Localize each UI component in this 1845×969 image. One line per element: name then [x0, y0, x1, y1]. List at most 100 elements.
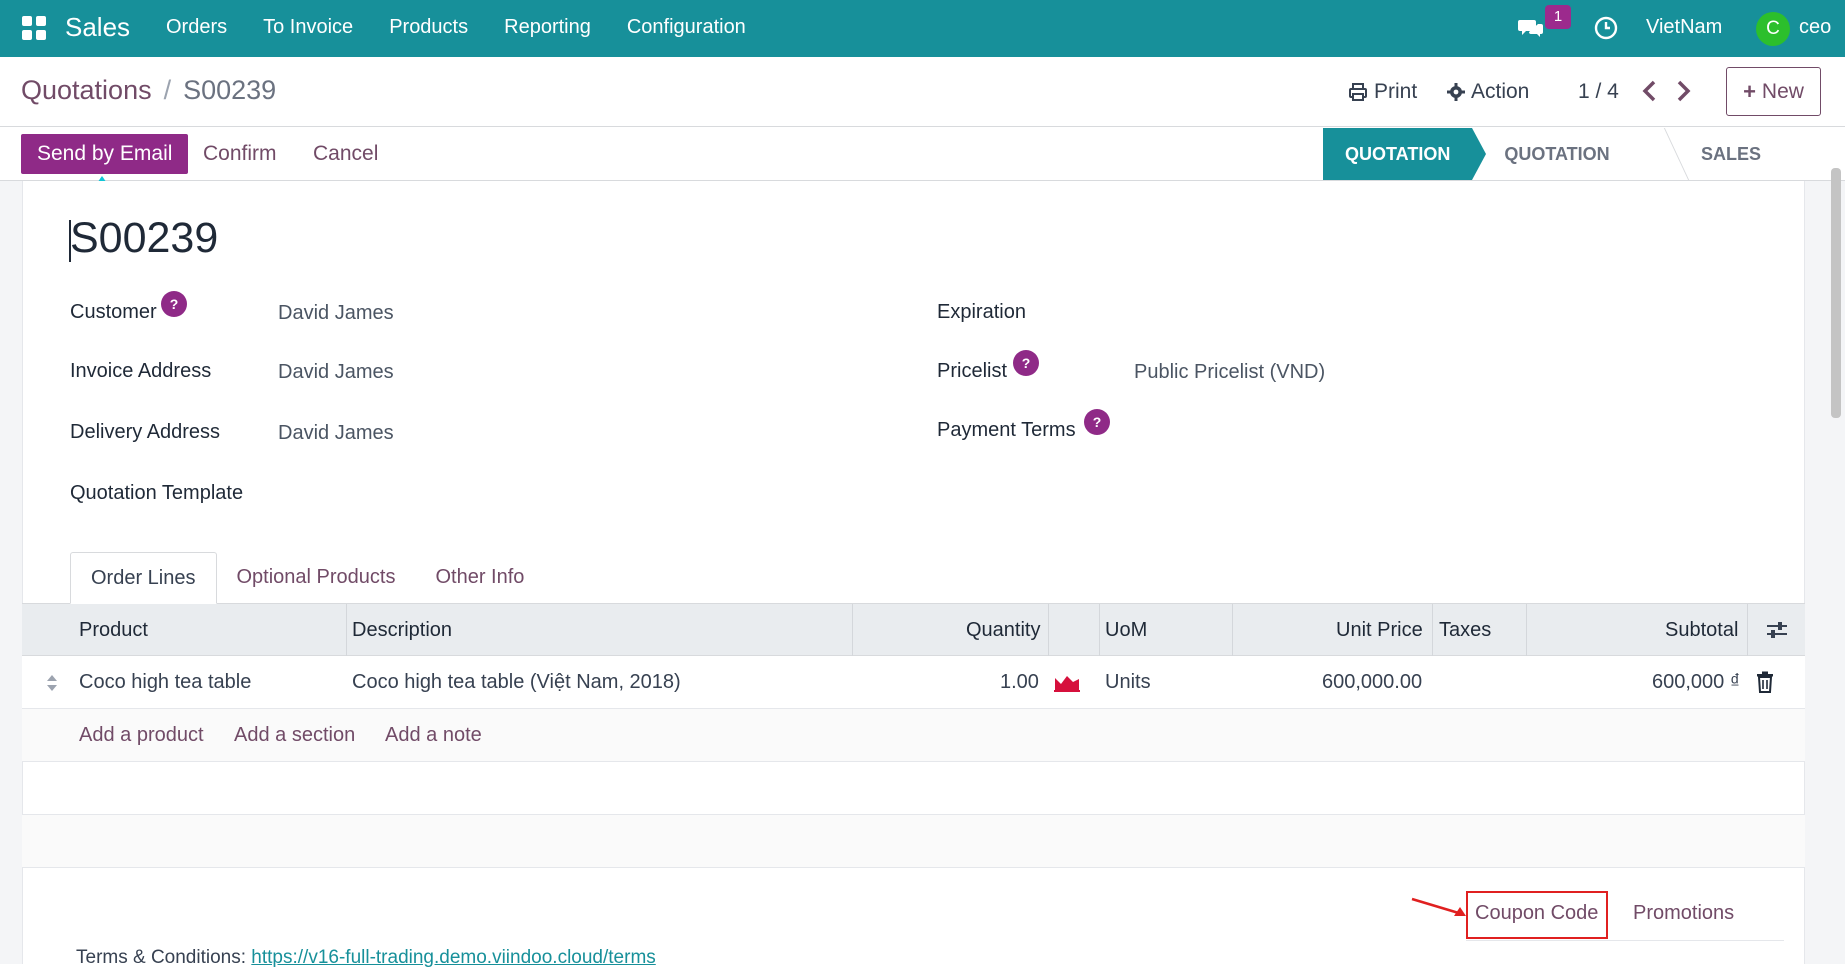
send-by-email-button[interactable]: Send by Email [21, 134, 189, 174]
pricelist-field[interactable]: Public Pricelist (VND) [1134, 361, 1325, 384]
help-icon[interactable]: ? [161, 291, 187, 317]
stage-quotation[interactable]: QUOTATION [1323, 128, 1487, 180]
chevron-right-icon[interactable] [1673, 79, 1693, 103]
stage-pipeline: QUOTATION QUOTATION SENT SALES ORDER [1323, 128, 1845, 216]
cancel-button[interactable]: Cancel [313, 134, 378, 174]
breadcrumb-quotations[interactable]: Quotations [21, 75, 152, 106]
column-divider [1099, 604, 1100, 656]
pager-value[interactable]: 1 / 4 [1578, 80, 1619, 104]
tab-other-info[interactable]: Other Info [415, 552, 544, 604]
expiration-label: Expiration [937, 301, 1026, 323]
column-quantity[interactable]: Quantity [966, 604, 1040, 656]
main-menu: Orders To Invoice Products Reporting Con… [166, 16, 746, 39]
breadcrumb: Quotations / S00239 [21, 75, 276, 106]
line-quantity[interactable]: 1.00 [1000, 656, 1039, 709]
breadcrumb-separator: / [163, 75, 172, 105]
line-uom[interactable]: Units [1105, 656, 1151, 709]
gear-icon [1447, 83, 1465, 101]
apps-grid-icon[interactable] [22, 16, 46, 40]
print-label: Print [1374, 80, 1418, 103]
menu-configuration[interactable]: Configuration [627, 16, 746, 39]
control-panel: Quotations / S00239 Print Action 1 / 4 +… [0, 57, 1845, 127]
scrollbar[interactable] [1831, 168, 1841, 418]
arrow-annotation-icon [1411, 897, 1466, 916]
help-icon[interactable]: ? [1084, 409, 1110, 435]
clock-icon[interactable] [1594, 16, 1618, 40]
column-settings-icon[interactable] [1766, 620, 1788, 640]
invoice-address-label: Invoice Address [70, 360, 212, 382]
print-button[interactable]: Print [1348, 80, 1417, 104]
company-switcher[interactable]: VietNam [1646, 16, 1722, 39]
drag-handle-icon[interactable] [46, 674, 58, 692]
line-product[interactable]: Coco high tea table [79, 656, 251, 709]
plus-icon: + [1743, 78, 1756, 104]
print-icon [1349, 83, 1367, 101]
column-divider [346, 604, 347, 656]
top-navbar: Sales Orders To Invoice Products Reporti… [0, 0, 1845, 57]
line-description[interactable]: Coco high tea table (Việt Nam, 2018) [352, 656, 681, 709]
column-divider [1526, 604, 1527, 656]
chat-icon[interactable] [1518, 17, 1544, 39]
action-button[interactable]: Action [1447, 80, 1529, 104]
record-name[interactable]: S00239 [70, 214, 218, 263]
column-divider [1048, 604, 1049, 656]
promotions-button[interactable]: Promotions [1633, 902, 1734, 925]
stage-sales-order[interactable]: SALES ORDER [1675, 128, 1845, 216]
status-bar: Send by Email Confirm Cancel QUOTATION Q… [0, 128, 1845, 216]
trash-icon[interactable] [1756, 671, 1774, 693]
line-subtotal: 600,000 ₫ [1652, 671, 1741, 693]
stage-quotation-sent[interactable]: QUOTATION SENT [1472, 128, 1675, 216]
chat-count-badge: 1 [1545, 5, 1571, 29]
user-menu[interactable]: ceo [1799, 16, 1831, 39]
column-subtotal[interactable]: Subtotal [1665, 604, 1738, 656]
column-uom[interactable]: UoM [1105, 604, 1147, 656]
line-unit-price[interactable]: 600,000.00 [1322, 656, 1422, 709]
notebook-tabs: Order Lines Optional Products Other Info [70, 552, 544, 604]
empty-row [22, 815, 1805, 868]
chevron-left-icon[interactable] [1640, 79, 1660, 103]
column-product[interactable]: Product [79, 604, 148, 656]
add-note-link[interactable]: Add a note [385, 709, 482, 762]
terms-link[interactable]: https://v16-full-trading.demo.viindoo.cl… [251, 947, 655, 968]
delivery-address-field[interactable]: David James [278, 422, 394, 445]
new-label: New [1761, 79, 1804, 103]
breadcrumb-current: S00239 [183, 75, 277, 105]
column-taxes[interactable]: Taxes [1439, 604, 1491, 656]
add-line-row: Add a product Add a section Add a note [22, 709, 1805, 762]
confirm-button[interactable]: Confirm [203, 134, 277, 174]
customer-label: Customer [70, 301, 157, 323]
tab-optional-products[interactable]: Optional Products [217, 552, 416, 604]
column-divider [1432, 604, 1433, 656]
menu-reporting[interactable]: Reporting [504, 16, 591, 39]
delivery-address-label: Delivery Address [70, 421, 221, 443]
help-icon[interactable]: ? [1013, 350, 1039, 376]
empty-row [22, 762, 1805, 815]
column-divider [1747, 604, 1748, 656]
column-divider [852, 604, 853, 656]
quotation-template-label: Quotation Template [70, 482, 244, 504]
customer-field[interactable]: David James [278, 302, 394, 325]
add-product-link[interactable]: Add a product [79, 709, 204, 762]
avatar[interactable]: C [1756, 12, 1790, 46]
add-section-link[interactable]: Add a section [234, 709, 355, 762]
coupon-code-button[interactable]: Coupon Code [1475, 902, 1598, 925]
forecast-chart-icon[interactable] [1054, 672, 1080, 692]
action-label: Action [1471, 80, 1530, 103]
menu-orders[interactable]: Orders [166, 16, 227, 39]
terms-and-conditions: Terms & Conditions: https://v16-full-tra… [76, 947, 656, 969]
menu-products[interactable]: Products [389, 16, 468, 39]
pricelist-label: Pricelist [937, 360, 1008, 382]
new-button[interactable]: + New [1726, 67, 1821, 116]
table-row[interactable]: Coco high tea table Coco high tea table … [22, 656, 1805, 709]
payment-terms-label: Payment Terms [937, 419, 1076, 441]
column-divider [1232, 604, 1233, 656]
terms-label: Terms & Conditions: [76, 947, 247, 968]
order-lines-header: Product Description Quantity UoM Unit Pr… [22, 604, 1805, 656]
column-description[interactable]: Description [352, 604, 452, 656]
divider [1466, 940, 1784, 941]
column-unit-price[interactable]: Unit Price [1336, 604, 1423, 656]
invoice-address-field[interactable]: David James [278, 361, 394, 384]
tab-order-lines[interactable]: Order Lines [70, 552, 217, 604]
menu-to-invoice[interactable]: To Invoice [263, 16, 353, 39]
app-name[interactable]: Sales [65, 12, 130, 43]
